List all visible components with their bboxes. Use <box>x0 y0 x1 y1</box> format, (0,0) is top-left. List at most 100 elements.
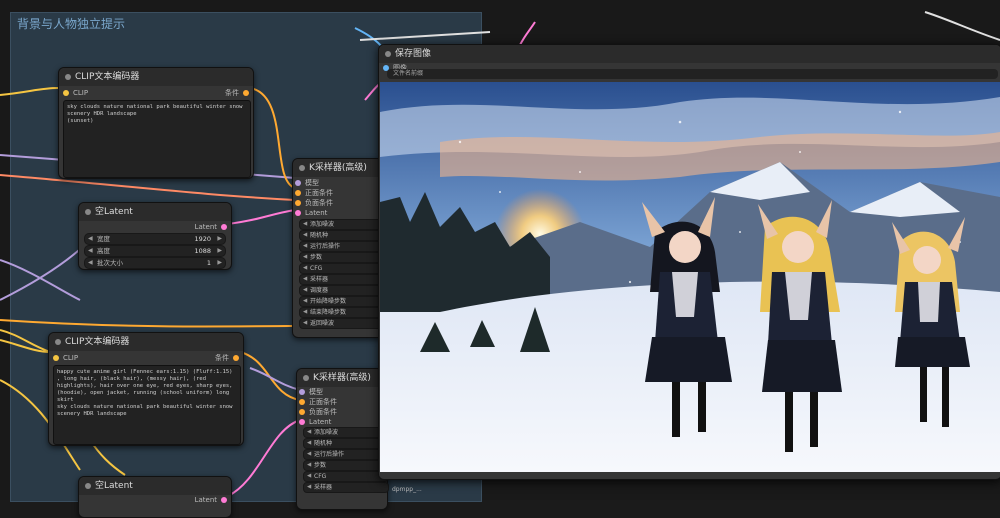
decrement-arrow-icon[interactable]: ◀ <box>307 450 311 459</box>
widget-value: 1920 <box>194 235 211 243</box>
node-header[interactable]: 空Latent <box>79 477 231 495</box>
prompt-textarea[interactable]: happy cute anime girl (Fennec ears:1.15)… <box>53 365 241 445</box>
decrement-arrow-icon[interactable]: ◀ <box>307 472 311 481</box>
conditioning-output-slot[interactable]: 条件 <box>225 88 249 98</box>
node-title: 空Latent <box>95 481 133 491</box>
decrement-arrow-icon[interactable]: ◀ <box>303 275 307 284</box>
widget-label: 调度器 <box>310 287 329 294</box>
decrement-arrow-icon[interactable]: ◀ <box>88 258 93 268</box>
sampler-value-fragment: dpmpp_... <box>392 486 422 493</box>
node-title: 保存图像 <box>395 49 432 59</box>
height-widget[interactable]: ◀ 高度 1088 ▶ <box>84 245 226 257</box>
decrement-arrow-icon[interactable]: ◀ <box>307 428 311 437</box>
cfg-widget[interactable]: ◀ CFG <box>303 471 389 482</box>
increment-arrow-icon[interactable]: ▶ <box>217 246 222 256</box>
decrement-arrow-icon[interactable]: ◀ <box>303 231 307 240</box>
node-header[interactable]: CLIP文本编码器 <box>49 333 243 351</box>
positive-input-slot[interactable]: 正面条件 <box>299 397 337 407</box>
widget-label: 批次大小 <box>97 259 123 267</box>
empty-latent-top[interactable]: 空Latent Latent ◀ 宽度 1920 ▶ ◀ 高度 1088 ▶ ◀… <box>78 202 232 270</box>
sampler-widget[interactable]: ◀ 采样器 <box>303 482 389 493</box>
latent-input-slot[interactable]: Latent <box>295 208 327 218</box>
ksampler-advanced-bottom[interactable]: K采样器(高级) 模型 正面条件 负面条件 Latent ◀ 添加噪波 ◀ 随机种 … <box>296 368 389 510</box>
sampler-widget[interactable]: ◀ 采样器 <box>299 274 385 285</box>
widget-label: CFG <box>310 265 323 272</box>
decrement-arrow-icon[interactable]: ◀ <box>88 246 93 256</box>
control-after-generate-widget[interactable]: ◀ 运行后操作 <box>299 241 385 252</box>
node-header[interactable]: CLIP文本编码器 <box>59 68 253 86</box>
decrement-arrow-icon[interactable]: ◀ <box>307 439 311 448</box>
output-image-preview[interactable] <box>380 82 1000 472</box>
filename-prefix-field[interactable]: 文件名前缀 <box>387 69 998 79</box>
collapse-dot-icon[interactable] <box>303 375 309 381</box>
latent-input-slot[interactable]: Latent <box>299 417 331 427</box>
decrement-arrow-icon[interactable]: ◀ <box>303 242 307 251</box>
node-header[interactable]: 保存图像 <box>379 45 1000 63</box>
clip-text-encode-top[interactable]: CLIP文本编码器 CLIP 条件 sky clouds nature nati… <box>58 67 254 179</box>
widget-value: 1088 <box>194 247 211 255</box>
widget-label: 添加噪波 <box>310 221 335 228</box>
decrement-arrow-icon[interactable]: ◀ <box>303 286 307 295</box>
seed-widget[interactable]: ◀ 随机种 <box>299 230 385 241</box>
latent-output-slot[interactable]: Latent <box>195 495 228 505</box>
increment-arrow-icon[interactable]: ▶ <box>217 258 222 268</box>
collapse-dot-icon[interactable] <box>85 209 91 215</box>
width-widget[interactable]: ◀ 宽度 1920 ▶ <box>84 233 226 245</box>
widget-label: 步数 <box>314 462 327 469</box>
model-input-slot[interactable]: 模型 <box>295 178 319 188</box>
collapse-dot-icon[interactable] <box>385 51 391 57</box>
control-after-generate-widget[interactable]: ◀ 运行后操作 <box>303 449 389 460</box>
negative-input-slot[interactable]: 负面条件 <box>299 407 337 417</box>
ksampler-advanced-top[interactable]: K采样器(高级) 模型 正面条件 负面条件 Latent ◀ 添加噪波 ◀ 随机种 … <box>292 158 385 338</box>
add-noise-widget[interactable]: ◀ 添加噪波 <box>299 219 385 230</box>
node-header[interactable]: K采样器(高级) <box>297 369 387 387</box>
decrement-arrow-icon[interactable]: ◀ <box>307 461 311 470</box>
node-header[interactable]: K采样器(高级) <box>293 159 383 177</box>
latent-output-slot[interactable]: Latent <box>195 222 228 232</box>
prompt-textarea[interactable]: sky clouds nature national park beautifu… <box>63 100 251 178</box>
generated-image <box>380 82 1000 472</box>
decrement-arrow-icon[interactable]: ◀ <box>303 319 307 328</box>
group-title[interactable]: 背景与人物独立提示 <box>17 15 125 32</box>
widget-label: 运行后操作 <box>310 243 341 250</box>
widget-label: 返回噪波 <box>310 320 335 327</box>
decrement-arrow-icon[interactable]: ◀ <box>303 308 307 317</box>
widget-label: 步数 <box>310 254 323 261</box>
decrement-arrow-icon[interactable]: ◀ <box>303 253 307 262</box>
increment-arrow-icon[interactable]: ▶ <box>217 234 222 244</box>
collapse-dot-icon[interactable] <box>65 74 71 80</box>
conditioning-output-slot[interactable]: 条件 <box>215 353 239 363</box>
decrement-arrow-icon[interactable]: ◀ <box>303 297 307 306</box>
widget-label: 采样器 <box>314 484 333 491</box>
start-step-widget[interactable]: ◀ 开始降噪步数 <box>299 296 385 307</box>
widget-label: 开始降噪步数 <box>310 298 347 305</box>
node-header[interactable]: 空Latent <box>79 203 231 221</box>
steps-widget[interactable]: ◀ 步数 <box>303 460 389 471</box>
model-input-slot[interactable]: 模型 <box>299 387 323 397</box>
collapse-dot-icon[interactable] <box>299 165 305 171</box>
decrement-arrow-icon[interactable]: ◀ <box>303 220 307 229</box>
positive-input-slot[interactable]: 正面条件 <box>295 188 333 198</box>
collapse-dot-icon[interactable] <box>85 483 91 489</box>
batch-size-widget[interactable]: ◀ 批次大小 1 ▶ <box>84 257 226 269</box>
widget-label: 宽度 <box>97 235 110 243</box>
clip-input-slot[interactable]: CLIP <box>63 88 88 98</box>
decrement-arrow-icon[interactable]: ◀ <box>88 234 93 244</box>
widget-label: 结束降噪步数 <box>310 309 347 316</box>
return-noise-widget[interactable]: ◀ 返回噪波 <box>299 318 385 329</box>
widget-label: 随机种 <box>310 232 329 239</box>
end-step-widget[interactable]: ◀ 结束降噪步数 <box>299 307 385 318</box>
seed-widget[interactable]: ◀ 随机种 <box>303 438 389 449</box>
decrement-arrow-icon[interactable]: ◀ <box>307 483 311 492</box>
clip-text-encode-bottom[interactable]: CLIP文本编码器 CLIP 条件 happy cute anime girl … <box>48 332 244 446</box>
empty-latent-bottom[interactable]: 空Latent Latent <box>78 476 232 518</box>
steps-widget[interactable]: ◀ 步数 <box>299 252 385 263</box>
clip-input-slot[interactable]: CLIP <box>53 353 78 363</box>
decrement-arrow-icon[interactable]: ◀ <box>303 264 307 273</box>
cfg-widget[interactable]: ◀ CFG <box>299 263 385 274</box>
node-title: CLIP文本编码器 <box>75 72 140 82</box>
collapse-dot-icon[interactable] <box>55 339 61 345</box>
negative-input-slot[interactable]: 负面条件 <box>295 198 333 208</box>
scheduler-widget[interactable]: ◀ 调度器 <box>299 285 385 296</box>
add-noise-widget[interactable]: ◀ 添加噪波 <box>303 427 389 438</box>
